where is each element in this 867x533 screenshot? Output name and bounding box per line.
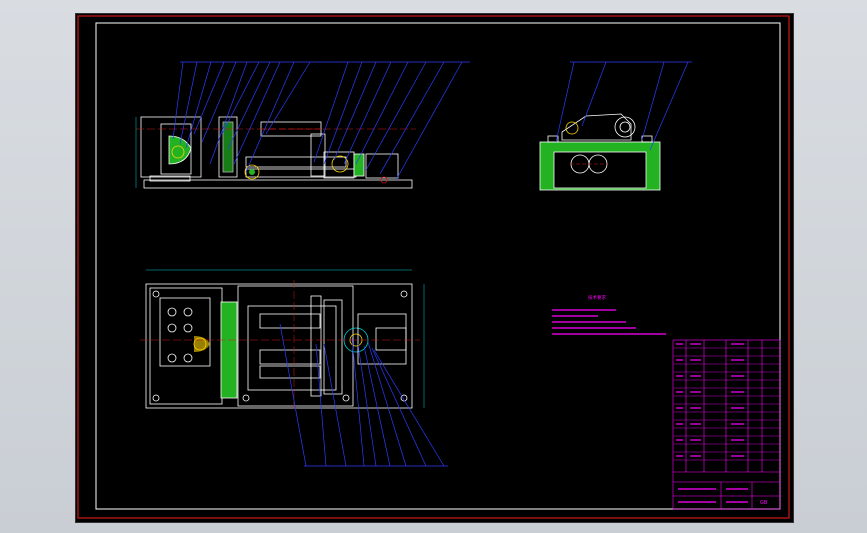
side-view [539, 113, 661, 191]
top-view-leaders [279, 323, 448, 467]
notes-heading: 技术要求 [588, 294, 606, 301]
front-view-leaders [172, 61, 470, 181]
top-view [140, 269, 425, 412]
front-view [135, 116, 416, 189]
drawing-sheet: 技术要求 GB [75, 13, 794, 523]
title-block: GB [672, 339, 781, 510]
technical-notes: 技术要求 [552, 294, 666, 335]
cad-drawing: 技术要求 GB [77, 15, 790, 519]
drawing-viewport[interactable]: 技术要求 GB [0, 0, 867, 533]
outer-frame [77, 15, 790, 519]
title-block-code: GB [760, 500, 768, 506]
